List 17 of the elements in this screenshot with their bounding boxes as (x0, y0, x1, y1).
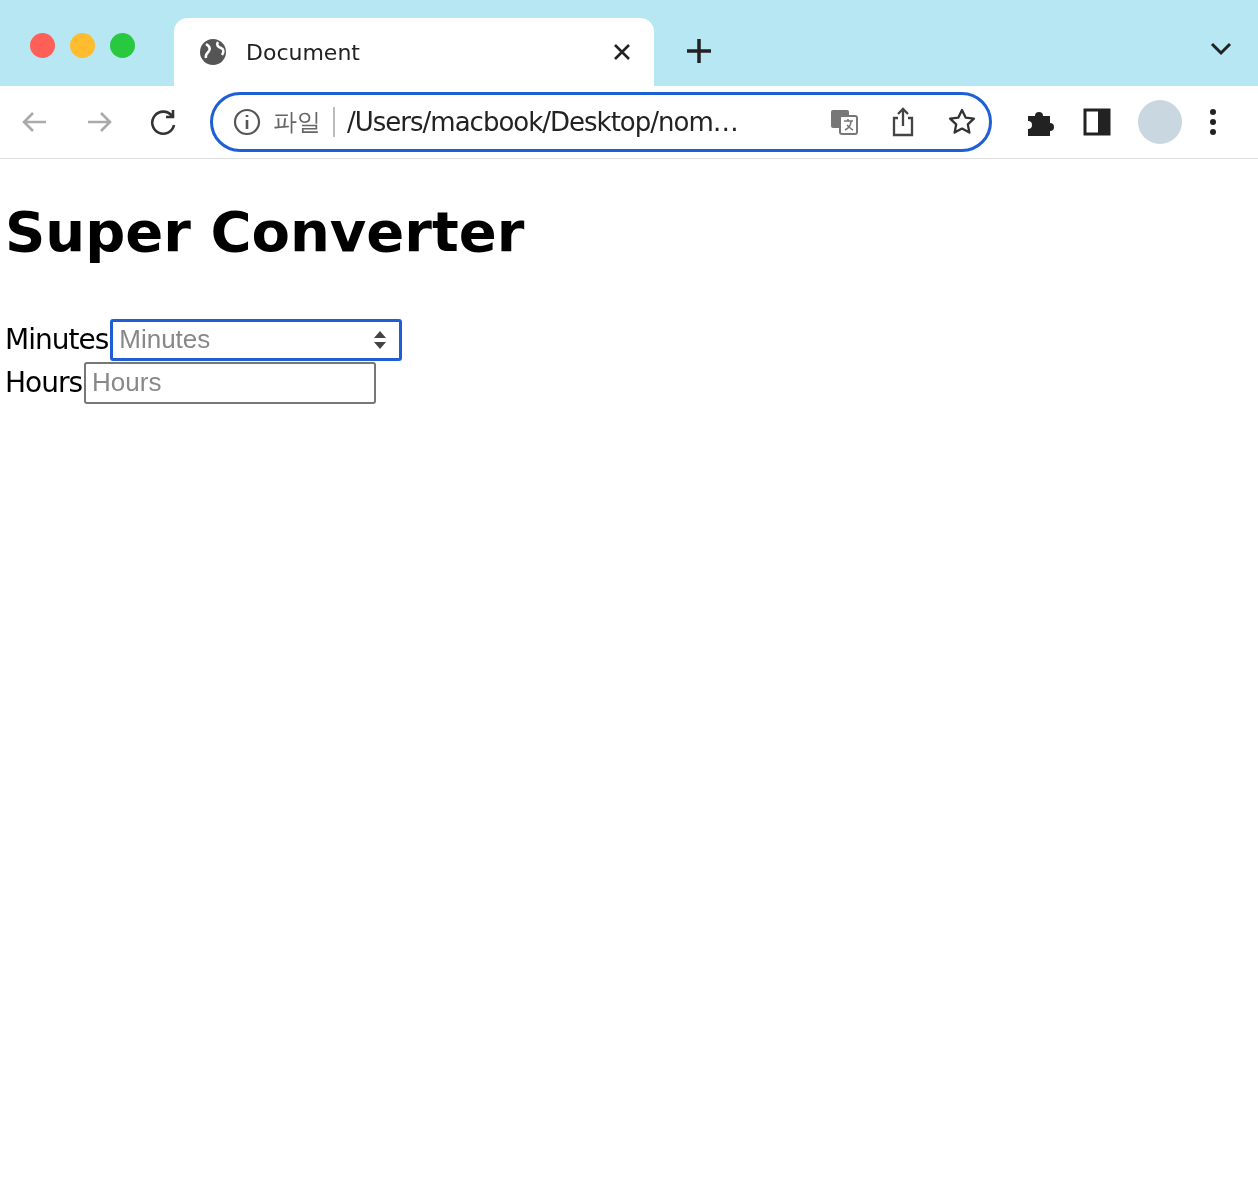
more-menu-icon[interactable] (1208, 107, 1218, 137)
star-icon[interactable] (947, 107, 977, 137)
globe-icon (198, 37, 228, 67)
address-bar[interactable]: 파일 /Users/macbook/Desktop/nom… (210, 92, 992, 152)
field-label: Minutes (5, 323, 109, 356)
field-label: Hours (5, 366, 83, 399)
translate-icon[interactable] (829, 107, 859, 137)
side-panel-icon[interactable] (1082, 107, 1112, 137)
input-field[interactable]: Minutes (110, 318, 403, 361)
page-heading: Super Converter (5, 199, 526, 264)
info-icon[interactable] (233, 108, 261, 136)
close-icon[interactable] (612, 42, 632, 62)
input-field[interactable]: Hours (84, 361, 377, 404)
scheme-label: 파일 (273, 107, 321, 138)
chevron-down-icon[interactable] (1210, 42, 1232, 56)
browser-tab[interactable]: Document (174, 18, 654, 86)
url-text: /Users/macbook/Desktop/nom… (347, 107, 739, 137)
